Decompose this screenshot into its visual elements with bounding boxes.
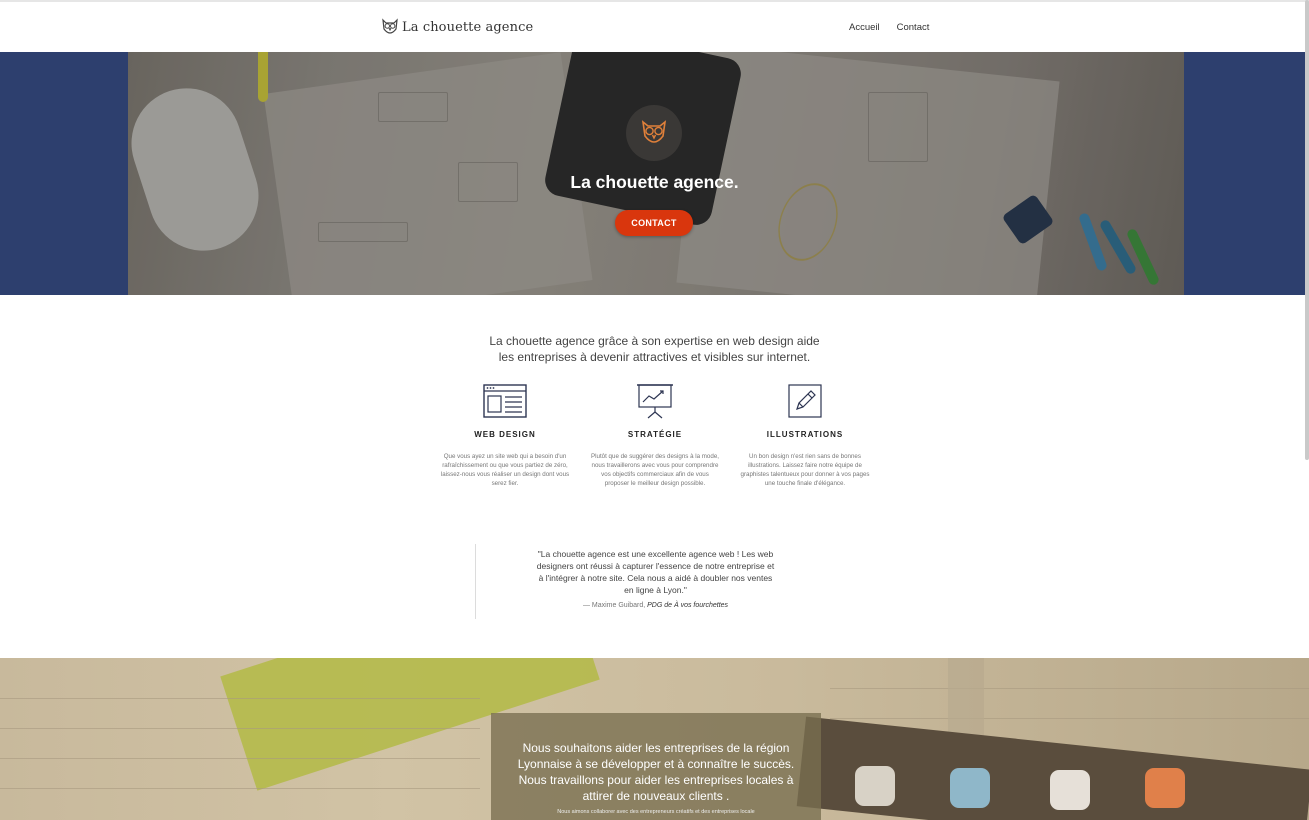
- intro-line-1: La chouette agence grâce à son expertise…: [489, 334, 820, 348]
- browser-window-icon: [483, 384, 527, 418]
- feature-illustrations: ILLUSTRATIONS Un bon design n'est rien s…: [740, 383, 870, 488]
- mission-box: Nous souhaitons aider les entreprises de…: [491, 713, 821, 820]
- features-list: WEB DESIGN Que vous ayez un site web qui…: [440, 383, 870, 488]
- intro-line-2: les entreprises à devenir attractives et…: [498, 350, 811, 364]
- feature-web-design: WEB DESIGN Que vous ayez un site web qui…: [440, 383, 570, 488]
- testimonial: "La chouette agence est une excellente a…: [475, 544, 835, 619]
- testimonial-footer: — Maxime Guibard, PDG de À vos fourchett…: [476, 602, 835, 609]
- mission-text: Nous souhaitons aider les entreprises de…: [517, 741, 795, 803]
- contact-button[interactable]: CONTACT: [615, 210, 693, 236]
- nav-link-accueil[interactable]: Accueil: [849, 22, 880, 33]
- feature-title: STRATÉGIE: [627, 430, 683, 439]
- scrollbar-thumb[interactable]: [1305, 0, 1309, 460]
- hero-owl-logo: [626, 105, 682, 161]
- feature-strategie: STRATÉGIE Plutôt que de suggérer des des…: [590, 383, 720, 488]
- feature-text: Que vous ayez un site web qui a besoin d…: [440, 453, 570, 487]
- feature-text: Plutôt que de suggérer des designs à la …: [591, 453, 719, 487]
- presentation-chart-icon: [637, 384, 673, 419]
- mission-subtext: Nous aimons collaborer avec des entrepre…: [557, 809, 755, 815]
- testimonial-role: PDG de À vos fourchettes: [647, 602, 729, 609]
- intro-text: La chouette agence grâce à son expertise…: [0, 333, 1309, 365]
- navbar: La chouette agence Accueil Contact: [0, 2, 1309, 52]
- pencil-icon: [788, 384, 822, 418]
- feature-title: WEB DESIGN: [474, 430, 536, 439]
- testimonial-quote: "La chouette agence est une excellente a…: [536, 549, 775, 595]
- main-nav: Accueil Contact: [849, 22, 929, 33]
- testimonial-author: — Maxime Guibard,: [582, 602, 648, 609]
- nav-link-contact[interactable]: Contact: [897, 22, 930, 33]
- brand-logo[interactable]: La chouette agence: [381, 17, 533, 37]
- owl-icon: [382, 18, 398, 34]
- owl-icon: [641, 120, 667, 143]
- brand-name: La chouette agence: [402, 19, 534, 35]
- hero-title: La chouette agence.: [570, 172, 739, 192]
- feature-title: ILLUSTRATIONS: [766, 430, 844, 439]
- feature-text: Un bon design n'est rien sans de bonnes …: [740, 453, 870, 487]
